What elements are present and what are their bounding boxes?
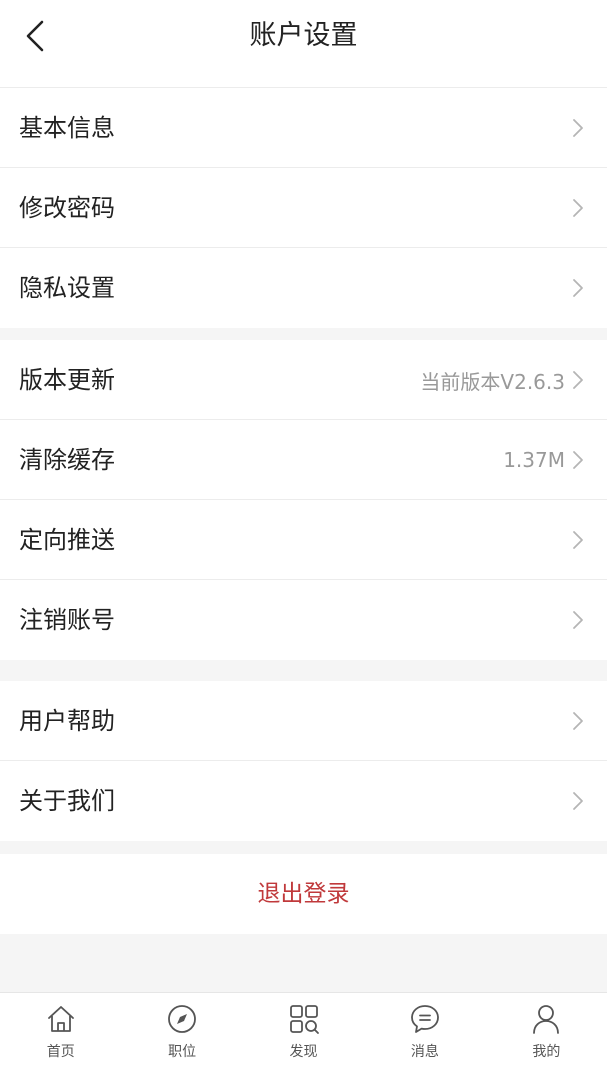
tab-label: 发现	[289, 1044, 318, 1060]
row-label: 清除缓存	[19, 446, 115, 474]
page-title: 账户设置	[249, 20, 358, 51]
chevron-right-icon	[573, 279, 583, 297]
row-label: 用户帮助	[19, 707, 115, 735]
settings-group-app: 版本更新 当前版本V2.6.3 清除缓存 1.37M 定向推送 注销账号	[0, 340, 607, 660]
tab-mine[interactable]: 我的	[486, 993, 607, 1080]
header-bar: 账户设置	[0, 0, 607, 88]
user-icon	[533, 1005, 560, 1034]
tab-home[interactable]: 首页	[0, 993, 121, 1080]
row-label: 基本信息	[19, 114, 115, 142]
chevron-right-icon	[573, 531, 583, 549]
chat-bubble-icon	[411, 1005, 439, 1033]
row-label: 定向推送	[19, 526, 115, 554]
tab-label: 消息	[410, 1044, 439, 1060]
row-basic-info[interactable]: 基本信息	[0, 88, 607, 168]
chevron-right-icon	[573, 611, 583, 629]
settings-group-account: 基本信息 修改密码 隐私设置	[0, 88, 607, 328]
chevron-right-icon	[573, 712, 583, 730]
cache-size-value: 1.37M	[503, 448, 565, 472]
row-label: 注销账号	[19, 606, 115, 634]
chevron-right-icon	[573, 792, 583, 810]
row-privacy-settings[interactable]: 隐私设置	[0, 248, 607, 328]
tab-label: 职位	[168, 1044, 197, 1060]
tab-jobs[interactable]: 职位	[121, 993, 242, 1080]
chevron-right-icon	[573, 451, 583, 469]
tab-discover[interactable]: 发现	[243, 993, 364, 1080]
settings-group-help: 用户帮助 关于我们	[0, 681, 607, 841]
compass-icon	[168, 1005, 197, 1033]
row-cancel-account[interactable]: 注销账号	[0, 580, 607, 660]
row-label: 修改密码	[19, 194, 115, 222]
row-version-update[interactable]: 版本更新 当前版本V2.6.3	[0, 340, 607, 420]
row-label: 隐私设置	[19, 274, 115, 302]
grid-search-icon	[289, 1005, 319, 1034]
version-value: 当前版本V2.6.3	[420, 369, 565, 394]
row-user-help[interactable]: 用户帮助	[0, 681, 607, 761]
row-label: 版本更新	[19, 366, 115, 394]
row-targeted-push[interactable]: 定向推送	[0, 500, 607, 580]
bottom-tab-bar: 首页 职位 发现 消息 我的	[0, 992, 607, 1080]
logout-button[interactable]: 退出登录	[0, 854, 607, 934]
tab-label: 我的	[532, 1044, 561, 1060]
tab-label: 首页	[46, 1044, 75, 1060]
row-clear-cache[interactable]: 清除缓存 1.37M	[0, 420, 607, 500]
row-about-us[interactable]: 关于我们	[0, 761, 607, 841]
chevron-right-icon	[573, 199, 583, 217]
row-label: 关于我们	[19, 787, 115, 815]
home-icon	[47, 1006, 74, 1032]
tab-messages[interactable]: 消息	[364, 993, 485, 1080]
row-change-password[interactable]: 修改密码	[0, 168, 607, 248]
chevron-right-icon	[573, 371, 583, 389]
chevron-right-icon	[573, 119, 583, 137]
